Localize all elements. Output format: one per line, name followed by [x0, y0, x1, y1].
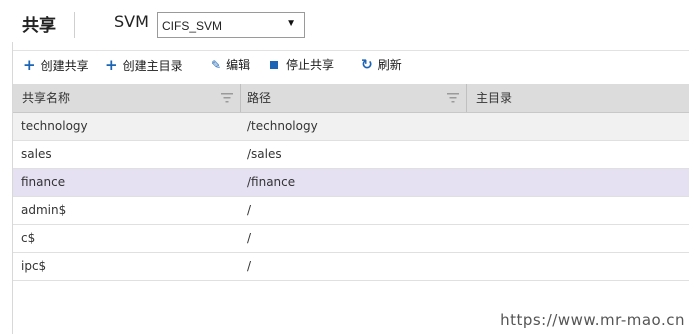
table-row[interactable]: sales /sales [13, 141, 689, 169]
table-header: 共享名称 路径 主目录 [13, 84, 689, 113]
column-header-label: 路径 [247, 91, 272, 105]
create-homedir-button[interactable]: + 创建主目录 [105, 56, 183, 74]
column-header-label: 主目录 [476, 91, 513, 105]
cell-path: / [247, 231, 252, 245]
filter-icon[interactable] [447, 93, 459, 103]
create-share-label: 创建共享 [40, 59, 89, 73]
create-homedir-label: 创建主目录 [122, 59, 183, 73]
cell-share-name: technology [21, 119, 88, 133]
watermark: https://www.mr-mao.cn [500, 311, 685, 329]
edit-label: 编辑 [226, 58, 251, 72]
column-header-home-directory[interactable]: 主目录 [467, 84, 689, 112]
cell-share-name: c$ [21, 231, 36, 245]
page-title: 共享 [22, 16, 56, 36]
cell-path: /finance [247, 175, 296, 189]
column-header-share-name[interactable]: 共享名称 [13, 84, 241, 112]
cell-share-name: admin$ [21, 203, 67, 217]
title-divider [74, 12, 75, 38]
cell-share-name: finance [21, 175, 66, 189]
chevron-down-icon: ▼ [286, 18, 296, 29]
table-row[interactable]: ipc$ / [13, 253, 689, 281]
table-row[interactable]: c$ / [13, 225, 689, 253]
cell-path: /sales [247, 147, 282, 161]
svm-select[interactable]: CIFS_SVM ▼ [157, 12, 305, 38]
stop-icon [270, 61, 278, 69]
stop-share-button[interactable]: 停止共享 [270, 56, 334, 74]
svm-select-value: CIFS_SVM [162, 19, 223, 33]
column-header-label: 共享名称 [22, 91, 71, 105]
create-share-button[interactable]: + 创建共享 [23, 56, 89, 74]
plus-icon: + [23, 56, 36, 74]
cell-path: / [247, 203, 252, 217]
filter-icon[interactable] [221, 93, 233, 103]
refresh-button[interactable]: ↻ 刷新 [361, 56, 402, 74]
cell-path: /technology [247, 119, 318, 133]
cell-share-name: sales [21, 147, 52, 161]
stop-share-label: 停止共享 [286, 58, 335, 72]
pencil-icon: ✎ [211, 58, 222, 72]
column-header-path[interactable]: 路径 [241, 84, 467, 112]
table-row[interactable]: technology /technology [13, 113, 689, 141]
table-row[interactable]: admin$ / [13, 197, 689, 225]
svm-label: SVM [114, 12, 149, 31]
shares-table: 共享名称 路径 主目录 technology /technology sales… [13, 84, 689, 281]
table-row-selected[interactable]: finance /finance [13, 169, 689, 197]
refresh-label: 刷新 [377, 58, 402, 72]
plus-icon: + [105, 56, 118, 74]
edit-button[interactable]: ✎ 编辑 [211, 56, 250, 74]
cell-path: / [247, 259, 252, 273]
page-header: 共享 SVM CIFS_SVM ▼ [0, 0, 689, 46]
cell-share-name: ipc$ [21, 259, 47, 273]
refresh-icon: ↻ [361, 57, 373, 73]
toolbar: + 创建共享 + 创建主目录 ✎ 编辑 停止共享 ↻ 刷新 [13, 50, 689, 79]
